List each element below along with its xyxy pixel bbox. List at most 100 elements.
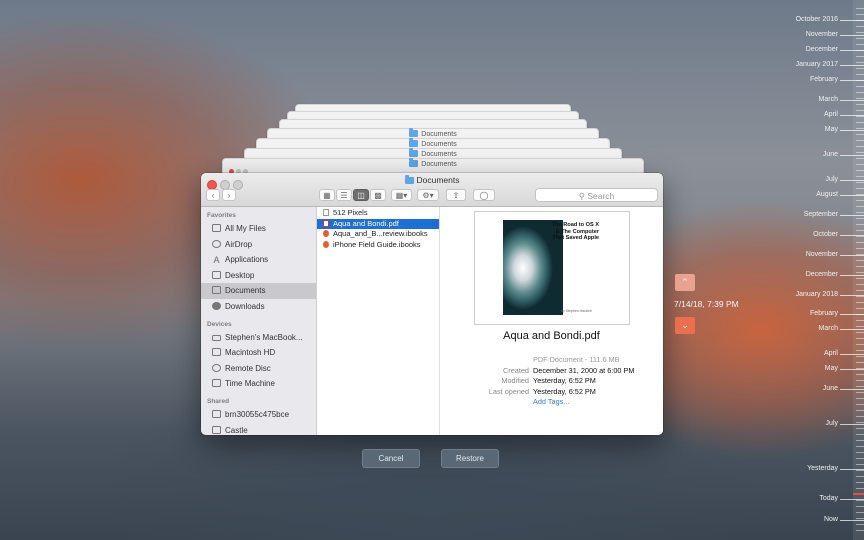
restore-button[interactable]: Restore [441,449,499,468]
timeline-minor-tick [856,122,864,123]
stacked-window-title: Documents [421,161,457,168]
timeline-label[interactable]: November [806,251,838,258]
timeline-label[interactable]: Yesterday [807,465,838,472]
file-column: 512 Pixels Aqua and Bondi.pdf Aqua_and_B… [317,207,440,435]
timeline-label[interactable]: August [816,191,838,198]
timeline-tick [840,100,864,101]
sidebar-item-all-my-files[interactable]: All My Files [201,221,316,237]
timeline-label[interactable]: Now [824,516,838,523]
tags-button[interactable]: ◯ [473,189,495,201]
created-label: Created [503,365,529,375]
timeline-label[interactable]: February [810,76,838,83]
sidebar-item-desktop[interactable]: Desktop [201,268,316,284]
timeline-label[interactable]: Today [819,495,838,502]
timeline-minor-tick [856,356,864,357]
forward-button[interactable]: › [222,189,236,201]
list-item[interactable]: iPhone Field Guide.ibooks [317,240,439,251]
timeline-label[interactable]: December [806,46,838,53]
preview-thumbnail[interactable]: The Road to OS X & The Computer That Sav… [474,211,630,325]
timeline-minor-tick [856,278,864,279]
timeline[interactable] [853,0,864,540]
timeline-label[interactable]: January 2018 [796,291,838,298]
sidebar-item-time-machine[interactable]: Time Machine [201,376,316,392]
timeline-label[interactable]: May [825,365,838,372]
back-button[interactable]: ‹ [206,189,220,201]
stacked-window-title: Documents [421,141,457,148]
timeline-minor-tick [856,50,864,51]
timeline-label[interactable]: June [823,385,838,392]
sidebar-item-documents[interactable]: Documents [201,283,316,299]
list-item[interactable]: Aqua_and_B...review.ibooks [317,229,439,240]
sidebar-item-macbook[interactable]: Stephen's MacBook... [201,330,316,346]
timeline-minor-tick [856,524,864,525]
timeline-label[interactable]: April [824,350,838,357]
list-view-button[interactable]: ☰ [336,189,352,201]
timeline-minor-tick [856,290,864,291]
timeline-label[interactable]: February [810,310,838,317]
timeline-minor-tick [856,170,864,171]
search-field[interactable]: ⚲ Search [535,188,658,202]
timeline-minor-tick [856,476,864,477]
timeline-minor-tick [856,110,864,111]
timeline-minor-tick [856,332,864,333]
timeline-label[interactable]: January 2017 [796,61,838,68]
add-tags-link[interactable]: Add Tags... [533,397,569,408]
cancel-button[interactable]: Cancel [362,449,420,468]
timeline-tick [840,520,864,521]
share-button[interactable]: ⇧ [446,189,466,201]
timeline-minor-tick [856,362,864,363]
timeline-label[interactable]: May [825,126,838,133]
timeline-label[interactable]: March [819,96,838,103]
list-item[interactable]: Aqua and Bondi.pdf [317,218,439,230]
timeline-minor-tick [856,212,864,213]
timeline-minor-tick [856,422,864,423]
timeline-minor-tick [856,206,864,207]
icon-view-button[interactable]: ▦ [319,189,335,201]
older-snapshot-button[interactable]: ⌃ [675,274,695,291]
newer-snapshot-button[interactable]: ⌄ [675,317,695,334]
column-view-button[interactable]: ◫ [353,189,369,201]
chevron-left-icon: ‹ [211,191,215,200]
timeline-minor-tick [856,98,864,99]
list-icon: ☰ [340,191,348,200]
timeline-tick [840,195,864,196]
timeline-minor-tick [856,434,864,435]
timeline-label[interactable]: June [823,151,838,158]
sidebar-item-castle[interactable]: Castle [201,423,316,435]
action-button[interactable]: ⚙▾ [417,189,439,201]
pdf-icon [323,219,329,227]
timeline-minor-tick [856,158,864,159]
timeline-minor-tick [856,296,864,297]
timeline-label[interactable]: October 2016 [796,16,838,23]
sidebar-item-airdrop[interactable]: AirDrop [201,237,316,253]
timeline-label[interactable]: December [806,271,838,278]
timeline-minor-tick [856,236,864,237]
sidebar-item-macintosh-hd[interactable]: Macintosh HD [201,345,316,361]
timeline-label[interactable]: October [813,231,838,238]
timeline-minor-tick [856,500,864,501]
timeline-minor-tick [856,80,864,81]
toolbar: Documents ‹ › ▦ ☰ ◫ ▩ ▦▾ ⚙▾ ⇧ ◯ ⚲ Search [201,173,663,207]
sidebar-item-applications[interactable]: A Applications [201,252,316,268]
finder-window: Documents ‹ › ▦ ☰ ◫ ▩ ▦▾ ⚙▾ ⇧ ◯ ⚲ Search… [201,173,663,435]
timeline-label[interactable]: April [824,111,838,118]
timeline-minor-tick [856,44,864,45]
timeline-label[interactable]: September [804,211,838,218]
list-item[interactable]: 512 Pixels [317,208,439,219]
sidebar-item-label: AirDrop [225,239,253,249]
last-opened-value: Yesterday, 6:52 PM [533,386,596,396]
timeline-minor-tick [856,470,864,471]
sidebar: Favorites All My Files AirDrop A Applicat… [201,207,317,435]
sidebar-item-printer[interactable]: brn30055c475bce [201,407,316,423]
sidebar-item-downloads[interactable]: Downloads [201,299,316,315]
sidebar-item-label: brn30055c475bce [225,409,290,419]
timeline-label[interactable]: July [826,176,838,183]
timeline-label[interactable]: March [819,325,838,332]
timeline-tick [840,35,864,36]
timeline-minor-tick [856,134,864,135]
arrange-button[interactable]: ▦▾ [391,189,412,201]
cover-flow-button[interactable]: ▩ [370,189,386,201]
timeline-label[interactable]: November [806,31,838,38]
timeline-label[interactable]: July [826,420,838,427]
sidebar-item-remote-disc[interactable]: Remote Disc [201,361,316,377]
